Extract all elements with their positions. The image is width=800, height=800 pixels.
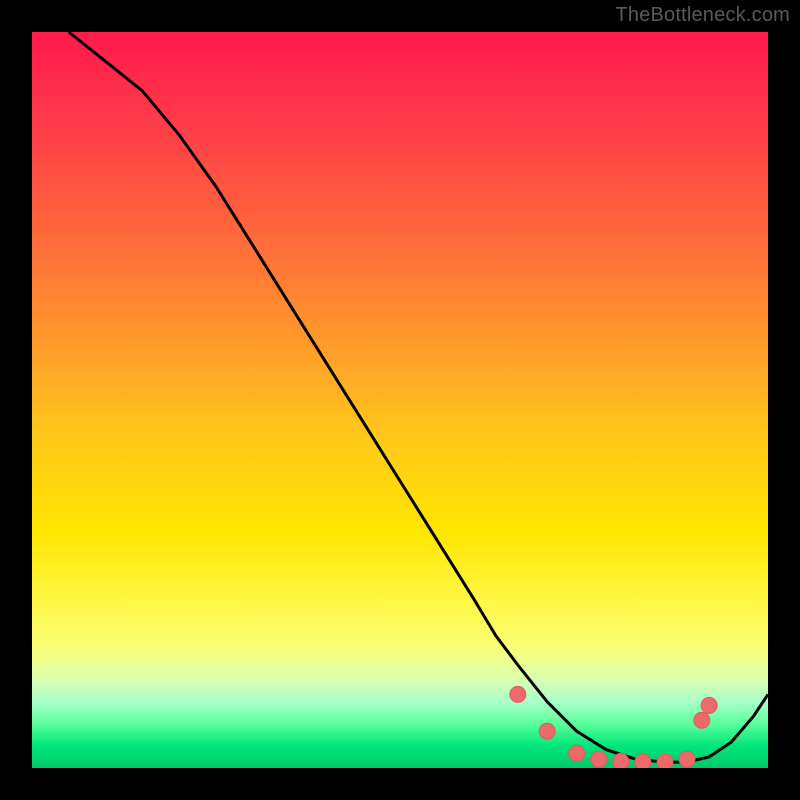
chart-svg-layer (32, 32, 768, 768)
data-marker (635, 754, 651, 768)
data-marker (679, 751, 695, 767)
data-marker (657, 754, 673, 768)
data-marker (591, 751, 607, 767)
data-marker (539, 723, 555, 739)
data-marker (701, 697, 717, 713)
chart-frame: TheBottleneck.com (0, 0, 800, 800)
data-markers-group (510, 686, 717, 768)
data-marker (694, 712, 710, 728)
watermark-text: TheBottleneck.com (615, 4, 790, 27)
data-marker (510, 686, 526, 702)
data-marker (613, 753, 629, 768)
plot-area (32, 32, 768, 768)
bottleneck-curve (69, 32, 768, 762)
data-marker (569, 745, 585, 761)
